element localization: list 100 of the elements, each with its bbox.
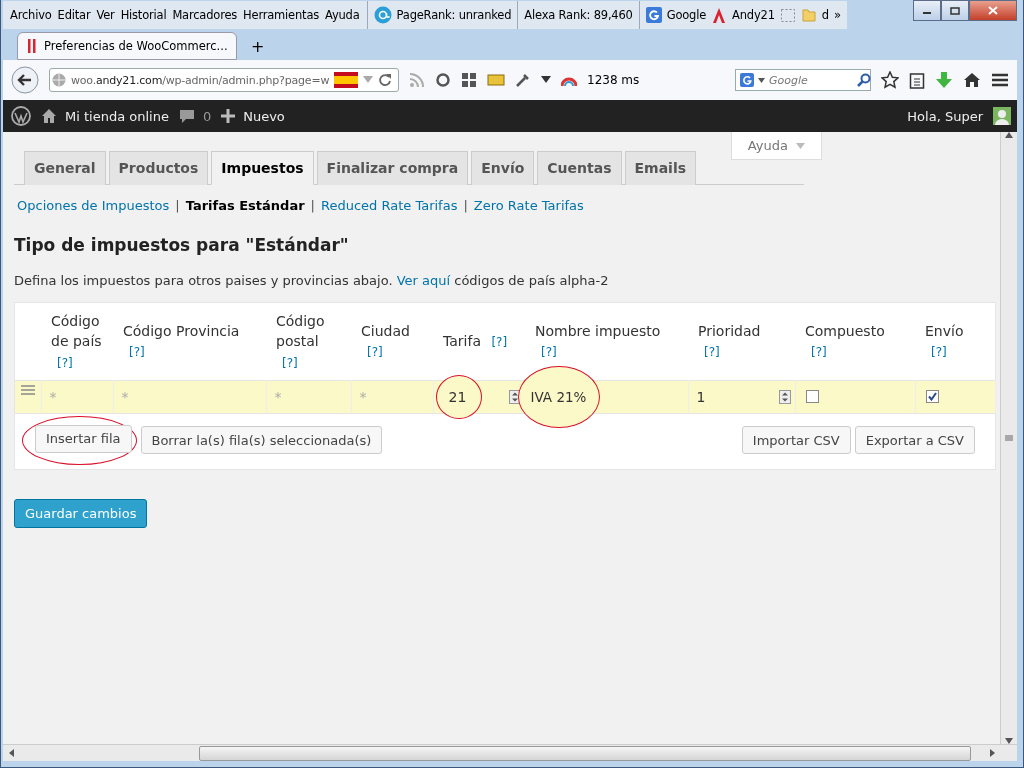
- column-label: Envío: [925, 323, 964, 340]
- separator: |: [175, 198, 180, 213]
- menu-item[interactable]: Historial: [117, 8, 170, 22]
- bookmark-label[interactable]: Google: [666, 8, 707, 22]
- column-label: Código Provincia: [123, 323, 240, 340]
- help-tip-link[interactable]: [?]: [704, 345, 720, 360]
- checkbox[interactable]: [805, 390, 819, 404]
- table-action-button[interactable]: Importar CSV: [741, 426, 851, 455]
- help-tip-link[interactable]: [?]: [541, 345, 557, 360]
- subnav-link[interactable]: Reduced Rate Tarifas: [320, 198, 458, 213]
- search-icon: [857, 73, 871, 87]
- checkmark-icon: [927, 392, 937, 402]
- eyedropper-icon[interactable]: [515, 72, 531, 88]
- column-label: Prioridad: [698, 323, 761, 340]
- help-tip-link[interactable]: [?]: [129, 345, 145, 360]
- close-button[interactable]: [969, 0, 1017, 21]
- greeting-link[interactable]: Hola, Super: [907, 108, 983, 124]
- new-content-link[interactable]: Nuevo: [243, 108, 285, 124]
- help-label: Ayuda: [747, 138, 788, 153]
- settings-tab[interactable]: General: [24, 151, 106, 185]
- settings-tab[interactable]: Finalizar compra: [316, 151, 469, 185]
- checkbox[interactable]: [925, 390, 939, 404]
- spinner-icon[interactable]: [778, 390, 791, 404]
- search-field[interactable]: Google: [735, 69, 871, 91]
- wordpress-logo-icon[interactable]: [11, 106, 31, 126]
- minimize-button[interactable]: [913, 0, 941, 21]
- bookmark-star-icon[interactable]: [881, 71, 899, 89]
- bookmark-label[interactable]: d: [821, 8, 829, 22]
- menu-icon[interactable]: [991, 72, 1009, 88]
- google-icon: [740, 73, 754, 87]
- dropdown-icon: [796, 142, 805, 149]
- browser-tab[interactable]: Preferencias de WooCommerc...: [17, 32, 237, 60]
- menu-item[interactable]: Ver: [93, 8, 118, 22]
- dropdown-icon[interactable]: [541, 76, 551, 84]
- table-action-button[interactable]: Exportar a CSV: [854, 426, 975, 455]
- spain-flag-icon: [334, 72, 359, 88]
- column-label: Tarifa: [443, 333, 481, 350]
- bookmark-label[interactable]: Andy21: [732, 8, 775, 22]
- ruler-icon[interactable]: [487, 73, 505, 87]
- settings-tab[interactable]: Productos: [108, 151, 209, 185]
- help-button[interactable]: Ayuda: [730, 132, 822, 160]
- description-text: Defina los impuestos para otros paises y provincias abajo. Ver aquí códigos de país alpha-2: [14, 273, 610, 288]
- sync-icon[interactable]: [435, 72, 451, 88]
- menu-item[interactable]: Ayuda: [322, 8, 363, 22]
- column-label: Ciudad: [361, 323, 410, 340]
- letter-a-icon[interactable]: [711, 7, 728, 23]
- new-tab-button[interactable]: +: [245, 37, 271, 60]
- number-field[interactable]: 1: [688, 380, 795, 414]
- column-label: Compuesto: [805, 323, 885, 340]
- globe-icon: [52, 73, 66, 87]
- table-action-button[interactable]: Insertar fila: [35, 425, 132, 453]
- menu-item[interactable]: Marcadores: [169, 8, 241, 22]
- comment-icon: [178, 108, 195, 124]
- menu-item[interactable]: Herramientas: [240, 8, 323, 22]
- maximize-button[interactable]: [941, 0, 969, 21]
- section-heading: Tipo de impuestos para "Estándar": [14, 235, 350, 255]
- help-tip-link[interactable]: [?]: [811, 345, 827, 360]
- grid-icon[interactable]: [461, 72, 477, 88]
- subnav-link[interactable]: Opciones de Impuestos: [17, 198, 170, 213]
- drag-handle-icon[interactable]: [21, 385, 35, 395]
- separator: |: [463, 198, 468, 213]
- scroll-grip-icon[interactable]: [1005, 434, 1013, 442]
- clipboard-icon[interactable]: [909, 71, 925, 89]
- help-tip-link[interactable]: [?]: [57, 355, 73, 370]
- settings-tab[interactable]: Cuentas: [537, 151, 622, 185]
- menu-item[interactable]: Archivo: [7, 8, 55, 22]
- settings-tab[interactable]: Impuestos: [211, 151, 314, 185]
- maximize-icon: [950, 6, 960, 15]
- column-label: Nombre impuesto: [535, 323, 661, 340]
- comment-count[interactable]: 0: [202, 108, 212, 124]
- help-tip-link[interactable]: [?]: [491, 335, 508, 350]
- dashed-square-icon[interactable]: [779, 7, 796, 23]
- url-text: woo.andy21.com/wp-admin/admin.php?page=w: [71, 73, 330, 87]
- column-label: Código de país: [51, 313, 102, 350]
- settings-tab[interactable]: Emails: [624, 151, 697, 185]
- table-input-field[interactable]: 21: [435, 375, 482, 419]
- help-tip-link[interactable]: [?]: [367, 345, 383, 360]
- overflow-chevron[interactable]: »: [833, 8, 841, 22]
- table-action-button[interactable]: Borrar la(s) fila(s) seleccionada(s): [140, 426, 383, 455]
- home-icon[interactable]: [963, 71, 981, 89]
- alexa-rank-label: Alexa Rank: 89,460: [524, 8, 633, 22]
- close-icon: [988, 6, 998, 15]
- help-tip-link[interactable]: [?]: [282, 355, 298, 370]
- reload-icon[interactable]: [378, 73, 393, 87]
- at-sign-icon[interactable]: [373, 6, 392, 24]
- table-input-field[interactable]: IVA 21%: [517, 366, 600, 428]
- dropdown-icon: [758, 77, 765, 83]
- menu-item[interactable]: Editar: [54, 8, 94, 22]
- load-time-label: 1238 ms: [587, 73, 640, 87]
- help-tip-link[interactable]: [?]: [931, 345, 947, 360]
- back-button[interactable]: [11, 66, 39, 94]
- country-codes-link[interactable]: Ver aquí: [396, 273, 451, 288]
- subnav-link[interactable]: Tarifas Estándar: [185, 198, 305, 213]
- site-name-link[interactable]: Mi tienda online: [65, 108, 169, 124]
- address-field[interactable]: woo.andy21.com/wp-admin/admin.php?page=w: [49, 68, 399, 92]
- home-icon: [41, 108, 57, 124]
- subnav-link[interactable]: Zero Rate Tarifas: [473, 198, 584, 213]
- column-label: Código postal: [276, 313, 325, 350]
- settings-tab[interactable]: Envío: [471, 151, 535, 185]
- google-icon[interactable]: [645, 7, 662, 23]
